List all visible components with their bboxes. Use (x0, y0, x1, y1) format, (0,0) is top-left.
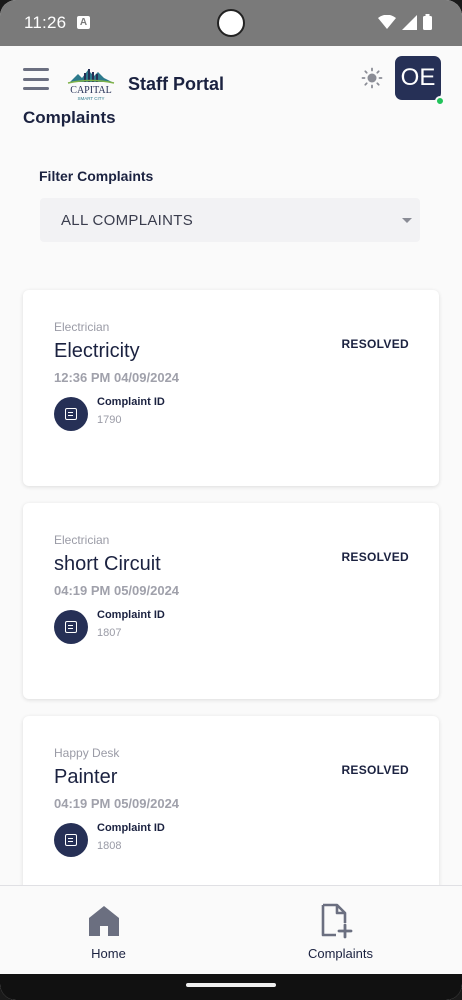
complaint-card[interactable]: Happy Desk Painter 04:19 PM 05/09/2024 R… (23, 716, 439, 912)
menu-icon-bar (23, 68, 49, 71)
complaint-datetime: 04:19 PM 05/09/2024 (54, 796, 180, 811)
dropdown-arrow-icon (402, 218, 412, 223)
home-icon (89, 906, 119, 936)
app-title: Staff Portal (128, 74, 225, 94)
nav-complaints[interactable]: Complaints (231, 886, 462, 975)
filter-label: Filter Complaints (39, 168, 154, 184)
complaint-id-value: 1808 (97, 840, 122, 852)
notification-badge-icon: A (77, 16, 90, 29)
nav-complaints-label: Complaints (307, 946, 374, 961)
menu-button[interactable] (23, 68, 49, 90)
complaint-id-label: Complaint ID (97, 396, 165, 408)
complaint-datetime: 12:36 PM 04/09/2024 (54, 370, 180, 385)
nav-home[interactable]: Home (0, 886, 231, 975)
file-add-icon (321, 903, 353, 939)
complaint-id-value: 1807 (97, 627, 122, 639)
bottom-navigation: Home Complaints (0, 885, 462, 974)
capital-smart-city-logo: CAPITAL SMART CITY (67, 69, 115, 101)
menu-icon-bar (23, 77, 49, 81)
camera-cutout (217, 9, 245, 37)
complaint-status-badge: RESOLVED (341, 550, 409, 564)
status-bar: 11:26 A (0, 0, 462, 46)
complaint-id-label: Complaint ID (97, 822, 165, 834)
logo-text: CAPITAL (70, 85, 111, 96)
gesture-navigation-bar (0, 974, 462, 1000)
complaint-category: Electrician (54, 533, 110, 547)
signal-icon (402, 14, 417, 30)
complaint-card[interactable]: Electrician short Circuit 04:19 PM 05/09… (23, 503, 439, 699)
online-status-indicator (435, 96, 445, 106)
complaint-title: Painter (54, 766, 118, 788)
filter-complaints-select[interactable]: ALL COMPLAINTS (40, 198, 420, 242)
complaint-datetime: 04:19 PM 05/09/2024 (54, 583, 180, 598)
complaint-id-label: Complaint ID (97, 609, 165, 621)
complaint-title: short Circuit (54, 553, 161, 575)
complaint-status-badge: RESOLVED (341, 763, 409, 777)
complaint-document-icon (54, 397, 88, 431)
logo-subtext: SMART CITY (77, 96, 104, 101)
complaint-document-icon (54, 610, 88, 644)
gesture-handle[interactable] (186, 983, 276, 987)
menu-icon-bar (23, 87, 49, 90)
wifi-icon (378, 14, 396, 29)
status-time: 11:26 (24, 13, 67, 32)
status-icons (378, 14, 432, 30)
complaint-category: Electrician (54, 320, 110, 334)
phone-screen: 11:26 A CAPITAL SMART CITY Staff Portal (0, 0, 462, 1000)
complaint-id-value: 1790 (97, 414, 122, 426)
complaint-title: Electricity (54, 340, 140, 362)
complaint-category: Happy Desk (54, 746, 120, 760)
complaint-document-icon (54, 823, 88, 857)
nav-home-label: Home (91, 946, 126, 961)
filter-selected-value: ALL COMPLAINTS (61, 212, 194, 229)
page-title: Complaints (23, 108, 116, 127)
user-avatar[interactable]: OE (395, 56, 441, 100)
battery-icon (423, 14, 432, 30)
complaint-card[interactable]: Electrician Electricity 12:36 PM 04/09/2… (23, 290, 439, 486)
theme-toggle-sun-icon[interactable] (361, 67, 383, 89)
complaint-status-badge: RESOLVED (341, 337, 409, 351)
